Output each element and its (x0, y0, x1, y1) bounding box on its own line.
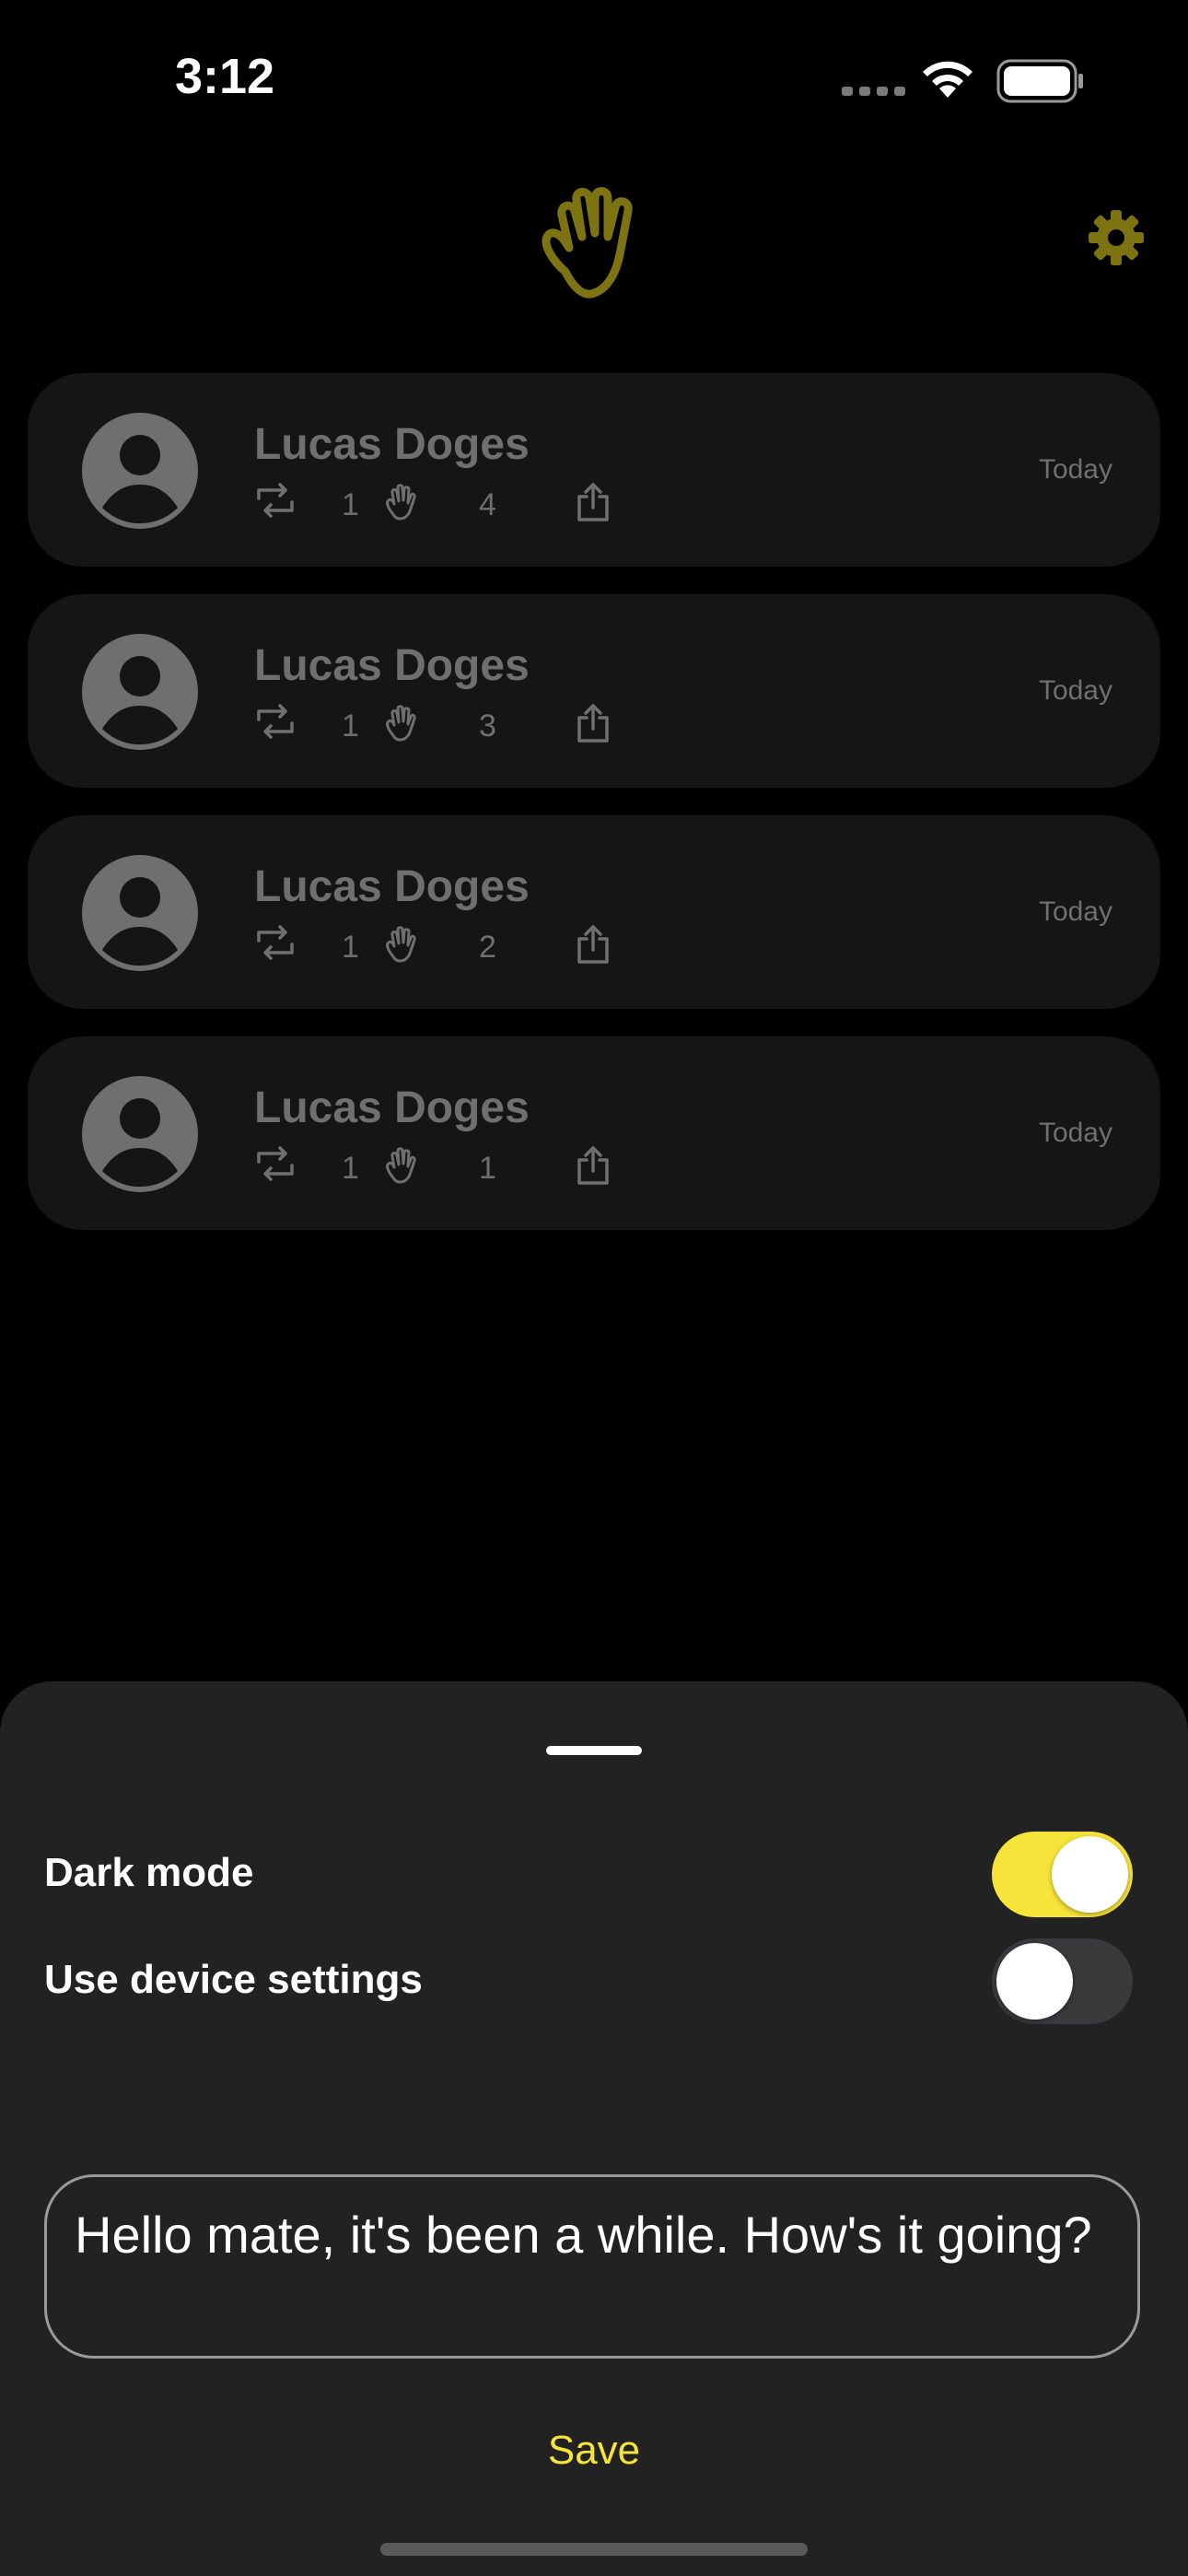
repost-count: 1 (342, 930, 359, 965)
avatar (82, 413, 198, 529)
share-icon[interactable] (575, 482, 611, 522)
contact-name: Lucas Doges (254, 641, 530, 690)
wave-hand-icon (542, 187, 633, 299)
card-date: Today (1038, 454, 1112, 485)
contact-card[interactable]: Lucas Doges 1 2 Today (28, 815, 1160, 1009)
battery-icon (996, 59, 1083, 103)
avatar (82, 1076, 198, 1192)
contact-name: Lucas Doges (254, 1083, 530, 1132)
repost-icon[interactable] (254, 924, 297, 961)
card-stats: 1 3 (254, 703, 623, 749)
contact-card[interactable]: Lucas Doges 1 4 Today (28, 373, 1160, 567)
share-icon[interactable] (575, 1145, 611, 1186)
card-date: Today (1038, 896, 1112, 927)
wifi-icon (923, 61, 973, 98)
share-icon[interactable] (575, 924, 611, 965)
contact-name: Lucas Doges (254, 862, 530, 911)
avatar (82, 855, 198, 971)
repost-icon[interactable] (254, 1145, 297, 1182)
settings-sheet: Dark mode Use device settings Hello mate… (0, 1681, 1188, 2576)
contact-card[interactable]: Lucas Doges 1 3 Today (28, 594, 1160, 788)
card-stats: 1 1 (254, 1145, 623, 1191)
repost-count: 1 (342, 1151, 359, 1186)
status-bar: 3:12 (0, 0, 1188, 157)
dark-mode-label: Dark mode (44, 1850, 254, 1895)
card-stats: 1 2 (254, 924, 623, 970)
wave-icon[interactable] (383, 924, 420, 963)
home-indicator (380, 2543, 808, 2556)
status-time: 3:12 (175, 49, 275, 104)
wave-count: 4 (479, 487, 496, 522)
message-field[interactable]: Hello mate, it's been a while. How's it … (44, 2174, 1140, 2359)
settings-gear-button[interactable] (1087, 208, 1146, 267)
card-date: Today (1038, 1118, 1112, 1148)
wave-count: 2 (479, 930, 496, 965)
dark-mode-toggle[interactable] (992, 1832, 1133, 1917)
toggle-knob (996, 1943, 1073, 2020)
toggle-knob (1052, 1836, 1128, 1913)
wave-count: 3 (479, 708, 496, 744)
repost-icon[interactable] (254, 482, 297, 519)
wave-icon[interactable] (383, 482, 420, 521)
repost-icon[interactable] (254, 703, 297, 740)
device-settings-label: Use device settings (44, 1957, 423, 2002)
wave-icon[interactable] (383, 1145, 420, 1184)
contact-name: Lucas Doges (254, 420, 530, 469)
save-button[interactable]: Save (0, 2428, 1188, 2474)
card-stats: 1 4 (254, 482, 623, 528)
repost-count: 1 (342, 708, 359, 744)
wave-icon[interactable] (383, 703, 420, 742)
cellular-signal-icon (842, 87, 905, 96)
sheet-grabber[interactable] (546, 1746, 642, 1755)
share-icon[interactable] (575, 703, 611, 744)
card-date: Today (1038, 675, 1112, 706)
repost-count: 1 (342, 487, 359, 522)
device-settings-toggle[interactable] (992, 1938, 1133, 2024)
contact-card[interactable]: Lucas Doges 1 1 Today (28, 1036, 1160, 1230)
wave-count: 1 (479, 1151, 496, 1186)
avatar (82, 634, 198, 750)
